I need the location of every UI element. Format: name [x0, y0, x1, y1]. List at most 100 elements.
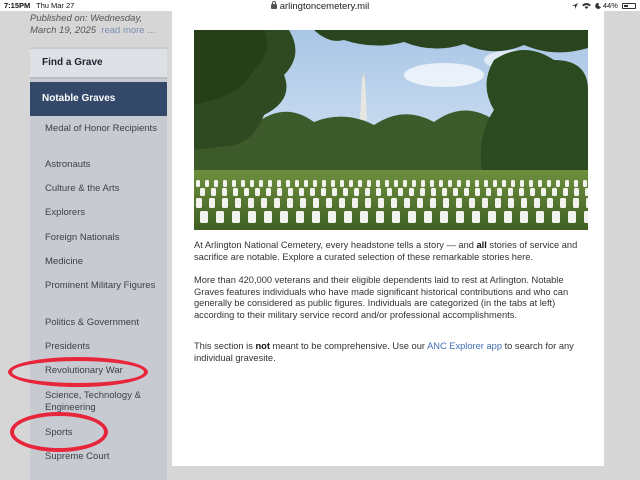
headstone — [583, 180, 587, 187]
published-info: Published on: Wednesday, March 19, 2025 … — [30, 11, 167, 47]
sidebar-item-politics-government[interactable]: Politics & Government — [45, 317, 163, 329]
headstone — [417, 198, 423, 208]
headstone — [547, 180, 551, 187]
sidebar-item-prominent-military[interactable]: Prominent Military Figures — [45, 280, 163, 292]
notable-graves-link[interactable]: Notable Graves — [30, 82, 167, 116]
headstone — [360, 211, 368, 223]
headstone — [304, 180, 308, 187]
headstone — [339, 198, 345, 208]
headstone — [244, 188, 249, 196]
headstone — [214, 180, 218, 187]
headstone — [332, 188, 337, 196]
headstone — [344, 211, 352, 223]
headstone — [547, 198, 553, 208]
headstone — [420, 188, 425, 196]
battery-fill — [624, 5, 629, 8]
headstone — [277, 188, 282, 196]
status-bar: 7:15PM Thu Mar 27 arlingtoncemetery.mil … — [0, 0, 640, 12]
headstone — [424, 211, 432, 223]
headstone — [563, 188, 568, 196]
headstone — [321, 188, 326, 196]
headstone — [205, 180, 209, 187]
sidebar-item-science-technology[interactable]: Science, Technology & Engineering — [45, 390, 163, 414]
headstone — [312, 211, 320, 223]
annotation-circle-sports — [10, 412, 108, 452]
sidebar: Published on: Wednesday, March 19, 2025 … — [30, 11, 167, 480]
disclaimer-text-c: meant to be comprehensive. Use our — [269, 341, 428, 351]
headstone — [552, 211, 560, 223]
sidebar-item-astronauts[interactable]: Astronauts — [45, 159, 163, 171]
headstone — [508, 198, 514, 208]
headstone — [521, 198, 527, 208]
sidebar-item-medicine[interactable]: Medicine — [45, 256, 163, 268]
headstone — [511, 180, 515, 187]
headstone — [538, 180, 542, 187]
headstone — [248, 198, 254, 208]
headstone — [392, 211, 400, 223]
headstone — [519, 188, 524, 196]
headstone — [534, 198, 540, 208]
headstone — [439, 180, 443, 187]
headstone — [232, 180, 236, 187]
headstone — [200, 188, 205, 196]
sidebar-item-explorers[interactable]: Explorers — [45, 207, 163, 219]
published-line2: March 19, 2025 — [30, 25, 97, 36]
headstone — [443, 198, 449, 208]
headstone — [200, 211, 208, 223]
headstone — [376, 180, 380, 187]
headstone — [412, 180, 416, 187]
status-indicators: 44% — [570, 1, 636, 10]
headstone — [378, 198, 384, 208]
moon-icon — [595, 3, 601, 9]
headstone — [261, 198, 267, 208]
headstone — [296, 211, 304, 223]
headstone — [430, 180, 434, 187]
headstone — [530, 188, 535, 196]
headstone — [574, 188, 579, 196]
headstone — [376, 211, 384, 223]
sidebar-item-culture-arts[interactable]: Culture & the Arts — [45, 183, 163, 195]
read-more-link[interactable]: read more ... — [101, 25, 155, 36]
description-paragraph: More than 420,000 veterans and their eli… — [194, 275, 569, 320]
sidebar-item-presidents[interactable]: Presidents — [45, 341, 163, 353]
headstone — [421, 180, 425, 187]
headstone — [266, 188, 271, 196]
headstone — [502, 180, 506, 187]
disclaimer-text-a: This section is — [194, 341, 256, 351]
headstone — [394, 180, 398, 187]
headstone — [196, 198, 202, 208]
headstone — [313, 198, 319, 208]
headstone — [456, 211, 464, 223]
headstone — [248, 211, 256, 223]
headstone — [408, 211, 416, 223]
anc-explorer-link[interactable]: ANC Explorer app — [427, 341, 502, 351]
headstone — [493, 180, 497, 187]
headstone — [223, 180, 227, 187]
headstone — [482, 198, 488, 208]
sidebar-item-supreme-court[interactable]: Supreme Court — [45, 451, 163, 463]
headstone — [464, 188, 469, 196]
headstone — [387, 188, 392, 196]
find-a-grave-link[interactable]: Find a Grave — [30, 49, 167, 79]
headstone — [456, 198, 462, 208]
headstone — [222, 188, 227, 196]
headstone — [497, 188, 502, 196]
sidebar-item-foreign-nationals[interactable]: Foreign Nationals — [45, 232, 163, 244]
disclaimer-paragraph: This section is not meant to be comprehe… — [194, 341, 590, 364]
headstone — [287, 198, 293, 208]
headstone — [365, 198, 371, 208]
headstone — [440, 211, 448, 223]
headstone — [222, 198, 228, 208]
headstone — [556, 180, 560, 187]
headstone — [504, 211, 512, 223]
headstone — [310, 188, 315, 196]
headstone — [442, 188, 447, 196]
sidebar-item-medal-of-honor[interactable]: Medal of Honor Recipients — [45, 123, 163, 135]
battery-percent: 44% — [602, 1, 618, 10]
headstone — [430, 198, 436, 208]
headstone — [365, 188, 370, 196]
headstone — [255, 188, 260, 196]
headstone — [469, 198, 475, 208]
headstone — [391, 198, 397, 208]
headstone — [331, 180, 335, 187]
